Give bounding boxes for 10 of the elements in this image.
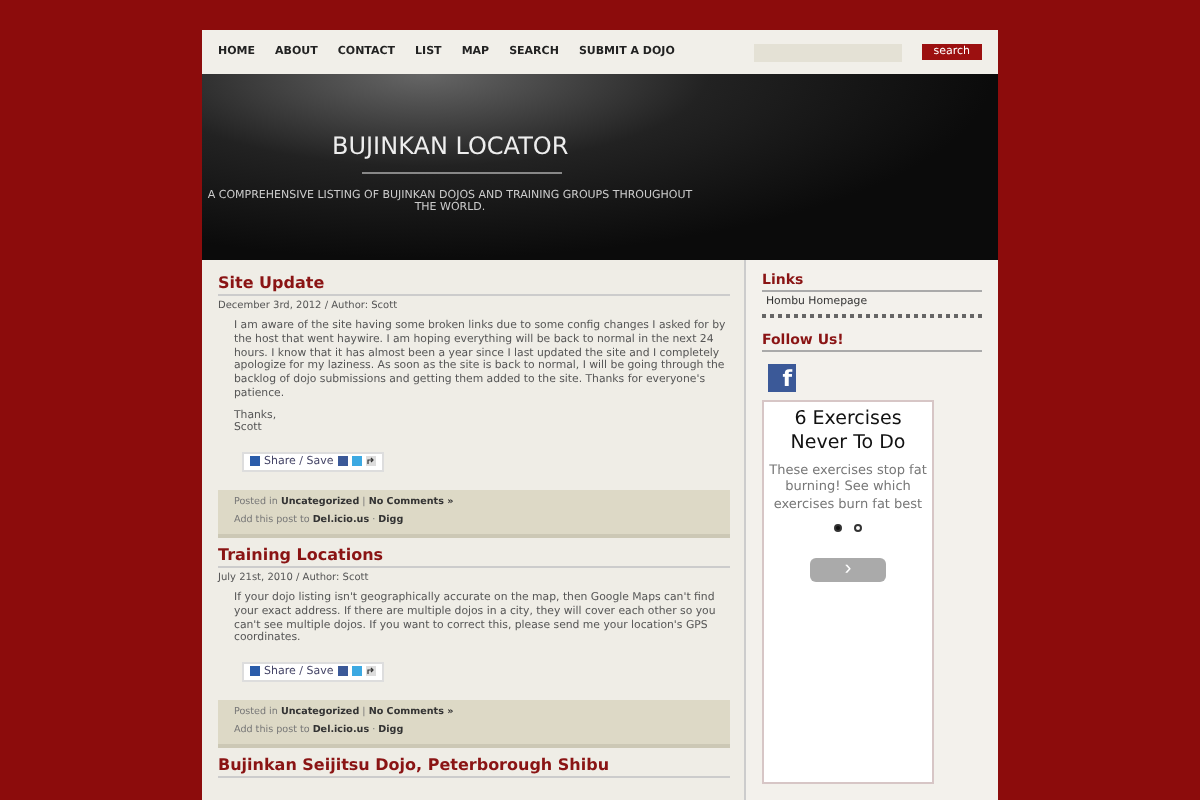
- arrow-icon[interactable]: [365, 666, 376, 677]
- post-title[interactable]: Site Update: [218, 274, 730, 296]
- facebook-icon[interactable]: f: [768, 364, 796, 392]
- carousel-dot[interactable]: [834, 524, 842, 533]
- arrow-icon[interactable]: [365, 456, 376, 466]
- carousel-dot[interactable]: [854, 524, 862, 533]
- post-title[interactable]: Bujinkan Seijitsu Dojo, Peterborough Shibu: [218, 756, 730, 779]
- site-title: BUJINKAN LOCATOR: [332, 132, 571, 160]
- ad-title: 6 Exercises Never To Do: [788, 408, 908, 456]
- post-title[interactable]: Training Locations: [218, 546, 730, 569]
